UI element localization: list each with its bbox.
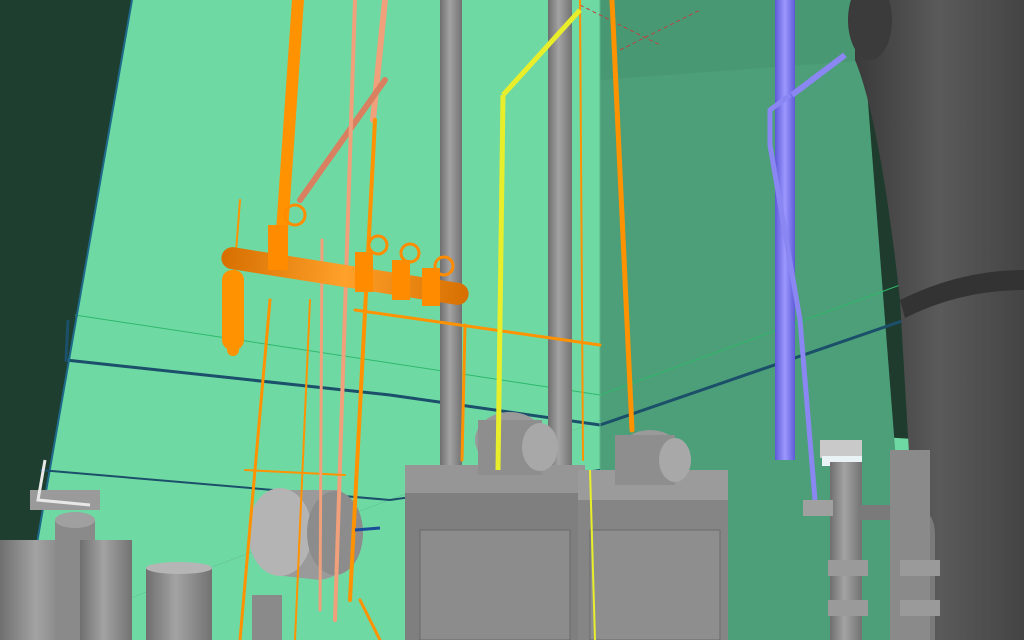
3d-model-viewport[interactable]: [0, 0, 1024, 640]
model-render-canvas[interactable]: [0, 0, 1024, 640]
